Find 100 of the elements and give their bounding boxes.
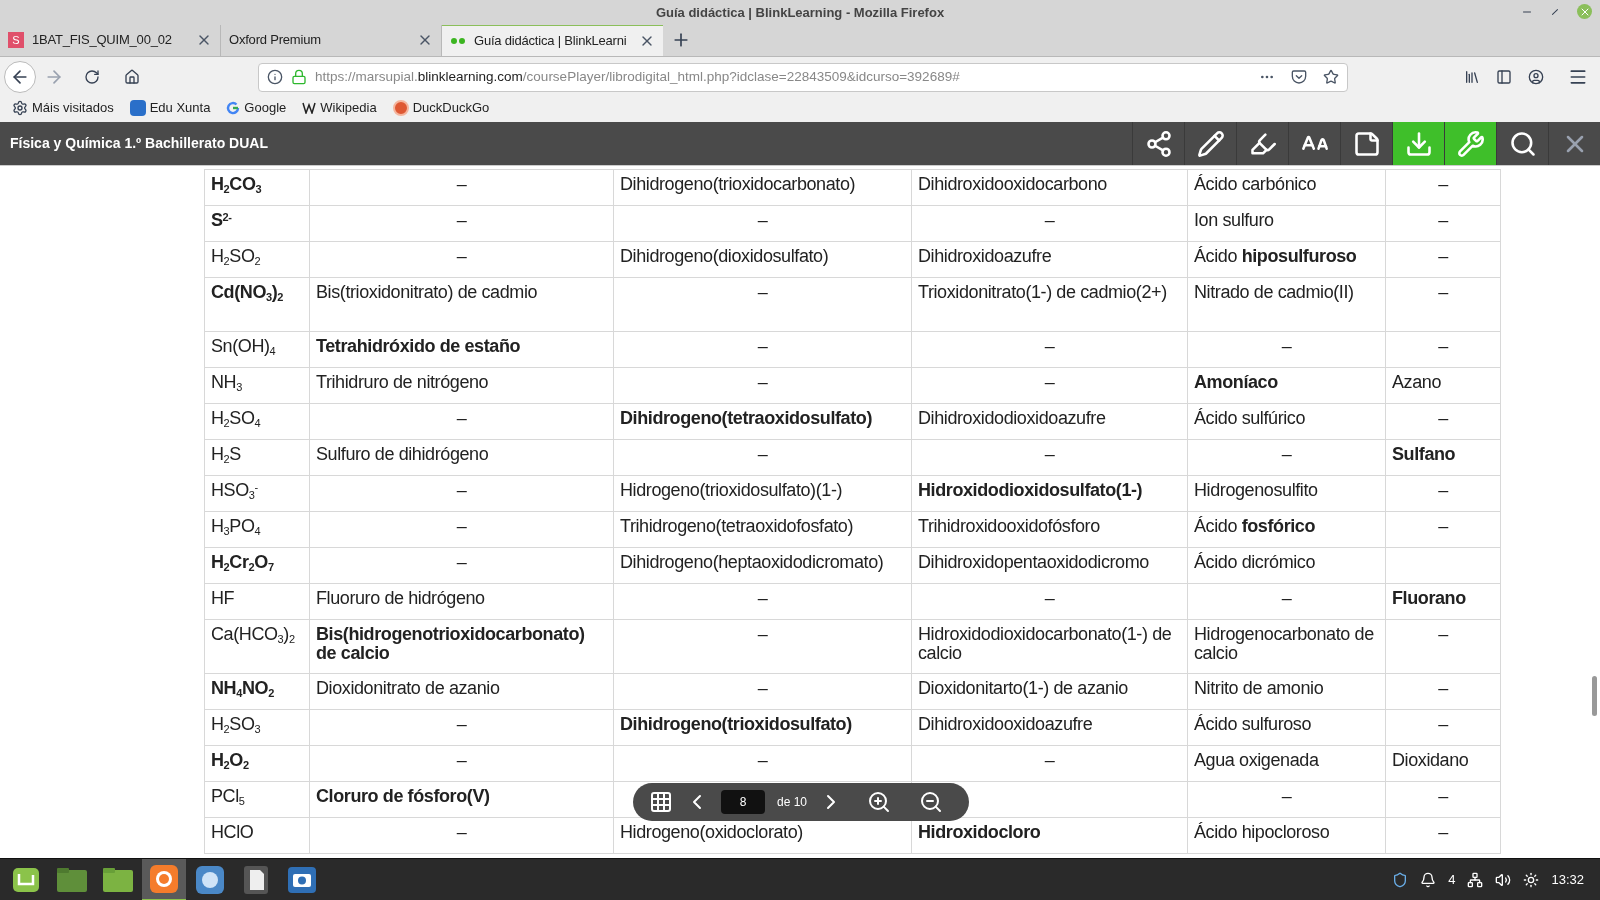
formula-text: H$_{2}$CO$_{3}$ bbox=[211, 174, 262, 194]
bookmark-star-icon[interactable] bbox=[1323, 69, 1339, 85]
dash-text: – bbox=[1438, 337, 1448, 358]
table-cell-text: Hidroxidocloro bbox=[918, 822, 1041, 842]
dash-text: – bbox=[1281, 589, 1292, 610]
home-icon[interactable] bbox=[124, 69, 140, 85]
sidebar-icon[interactable] bbox=[1496, 69, 1512, 85]
dash-text: – bbox=[1044, 211, 1055, 232]
bookmark-item[interactable]: Google bbox=[226, 98, 287, 118]
formula-text: Ca(HCO$_{3}$)$_{2}$ bbox=[211, 624, 295, 644]
formula-text: H$_{2}$SO$_{2}$ bbox=[211, 246, 261, 266]
taskbar-app[interactable] bbox=[142, 858, 186, 900]
library-icon[interactable] bbox=[1464, 69, 1480, 85]
dash-text: – bbox=[1438, 211, 1448, 232]
bookmark-item[interactable]: Edu Xunta bbox=[129, 98, 211, 118]
dash-text: – bbox=[1438, 481, 1448, 502]
table-cell-text: Agua oxigenada bbox=[1194, 750, 1319, 770]
reload-icon[interactable] bbox=[84, 69, 100, 85]
shield-icon[interactable] bbox=[1392, 871, 1409, 888]
notification-count: 4 bbox=[1448, 870, 1456, 889]
table-cell-text: Fluoruro de hidrógeno bbox=[316, 588, 485, 608]
dash-text: – bbox=[1281, 337, 1292, 358]
url-text: https://marsupial.blinklearning.com/coursePlayer/librodigital_html.php?idclase=22843509&idcurso=392689# bbox=[315, 67, 961, 86]
dash-text: – bbox=[1044, 373, 1055, 394]
dash-text: – bbox=[1044, 337, 1055, 358]
table-cell-text: Nitrado de cadmio(II) bbox=[1194, 282, 1354, 302]
table-cell-text: Fluorano bbox=[1392, 588, 1466, 608]
dash-text: – bbox=[456, 481, 467, 502]
notification-icon[interactable] bbox=[1420, 871, 1437, 888]
page-field[interactable]: 8 bbox=[721, 790, 765, 814]
table-cell-text: Ácido sulfuroso bbox=[1194, 714, 1312, 734]
table-cell-text: Dihidroxidooxidoazufre bbox=[918, 714, 1093, 734]
table-cell-text: Bis(trioxidonitrato) de cadmio bbox=[316, 282, 538, 302]
table-cell-text: Dioxidonitarto(1-) de azanio bbox=[918, 678, 1128, 698]
address-bar[interactable]: https://marsupial.blinklearning.com/coursePlayer/librodigital_html.php?idclase=22843509&idcurso=392689# bbox=[258, 62, 1348, 92]
table-cell-text: Dihidroxidopentaoxidodicromo bbox=[918, 552, 1149, 572]
dash-text: – bbox=[1438, 679, 1448, 700]
brightness-icon[interactable] bbox=[1523, 871, 1540, 888]
dash-text: – bbox=[1281, 445, 1292, 466]
table-cell-text: Hidrogenocarbonato de calcio bbox=[1194, 624, 1374, 663]
w-logo-icon bbox=[302, 102, 317, 114]
grid-icon[interactable] bbox=[649, 790, 673, 814]
camera-icon bbox=[287, 865, 317, 894]
wrench-icon bbox=[1456, 129, 1485, 158]
dash-text: – bbox=[1438, 787, 1448, 808]
table-cell-text: Dihidrogeno(trioxidocarbonato) bbox=[620, 174, 856, 194]
back-button[interactable] bbox=[4, 61, 36, 93]
account-icon[interactable] bbox=[1528, 69, 1544, 85]
menu-icon[interactable] bbox=[1568, 67, 1588, 87]
lock-icon bbox=[291, 69, 307, 85]
pocket-icon[interactable] bbox=[1291, 69, 1307, 85]
table-cell-text: Ácido dicrómico bbox=[1194, 552, 1316, 572]
table-cell-text: Ácido fosfórico bbox=[1194, 516, 1316, 536]
table-cell-text: Sulfano bbox=[1392, 444, 1456, 464]
dash-text: – bbox=[757, 211, 768, 232]
duck-icon bbox=[392, 100, 409, 116]
browser-tab[interactable]: Guía didáctica | BlinkLearni bbox=[442, 24, 663, 56]
network-icon[interactable] bbox=[1467, 871, 1484, 888]
dash-text: – bbox=[757, 445, 768, 466]
zoom-out-icon[interactable] bbox=[919, 790, 944, 814]
bookmark-item[interactable]: Máis visitados bbox=[12, 98, 114, 118]
volume-icon[interactable] bbox=[1495, 871, 1512, 888]
scrollbar-thumb[interactable] bbox=[1592, 676, 1597, 716]
bookmark-item[interactable]: Wikipedia bbox=[302, 98, 377, 118]
formula-text: HClO bbox=[211, 822, 254, 842]
pencil-icon bbox=[1196, 129, 1225, 158]
browser-tab[interactable]: S 1BAT_FIS_QUIM_00_02 bbox=[0, 24, 221, 56]
table-cell-text: Hidrogenosulfito bbox=[1194, 480, 1318, 500]
globe-icon bbox=[195, 864, 225, 895]
dash-text: – bbox=[456, 553, 467, 574]
table-cell-text: Trioxidonitrato(1-) de cadmio(2+) bbox=[918, 282, 1167, 302]
zoom-in-icon[interactable] bbox=[867, 790, 892, 814]
tab-favicon: S bbox=[8, 32, 24, 48]
dash-text: – bbox=[757, 679, 768, 700]
dash-text: – bbox=[1281, 787, 1292, 808]
folder-icon bbox=[56, 866, 88, 893]
tab-title: 1BAT_FIS_QUIM_00_02 bbox=[32, 31, 173, 50]
page-count: de 10 bbox=[777, 794, 808, 811]
table-cell-text: Hidrogeno(trioxidosulfato)(1-) bbox=[620, 480, 843, 500]
table-cell-text: Hidroxidodioxidocarbonato(1-) de calcio bbox=[918, 624, 1172, 663]
search-icon bbox=[1508, 129, 1537, 158]
table-cell-text: Hidrogeno(oxidoclorato) bbox=[620, 822, 803, 842]
book-title: Física y Química 1.º Bachillerato DUAL bbox=[9, 134, 269, 153]
info-icon bbox=[267, 69, 283, 85]
bookmark-item[interactable]: DuckDuckGo bbox=[392, 98, 490, 118]
share-icon bbox=[1144, 129, 1173, 158]
table-cell-text: Amoníaco bbox=[1194, 372, 1278, 392]
dash-text: – bbox=[456, 211, 467, 232]
table-cell-text: Bis(hidrogenotrioxidocarbonato) de calcio bbox=[316, 624, 585, 663]
table-cell-text: Ácido carbónico bbox=[1194, 174, 1317, 194]
table-cell-text: Azano bbox=[1392, 372, 1442, 392]
table-cell-text: Trihidrogeno(tetraoxidofosfato) bbox=[620, 516, 854, 536]
table-cell-text: Sulfuro de dihidrógeno bbox=[316, 444, 489, 464]
table-cell-text: Dihidroxidooxidocarbono bbox=[918, 174, 1107, 194]
clock: 13:32 bbox=[1551, 870, 1584, 889]
table-cell-text: Dioxidonitrato de azanio bbox=[316, 678, 500, 698]
loading-dots-icon bbox=[450, 37, 466, 45]
table-cell-text: Dihidroxidodioxidoazufre bbox=[918, 408, 1106, 428]
table-cell-text: Dihidroxidoazufre bbox=[918, 246, 1052, 266]
dash-text: – bbox=[757, 625, 768, 646]
